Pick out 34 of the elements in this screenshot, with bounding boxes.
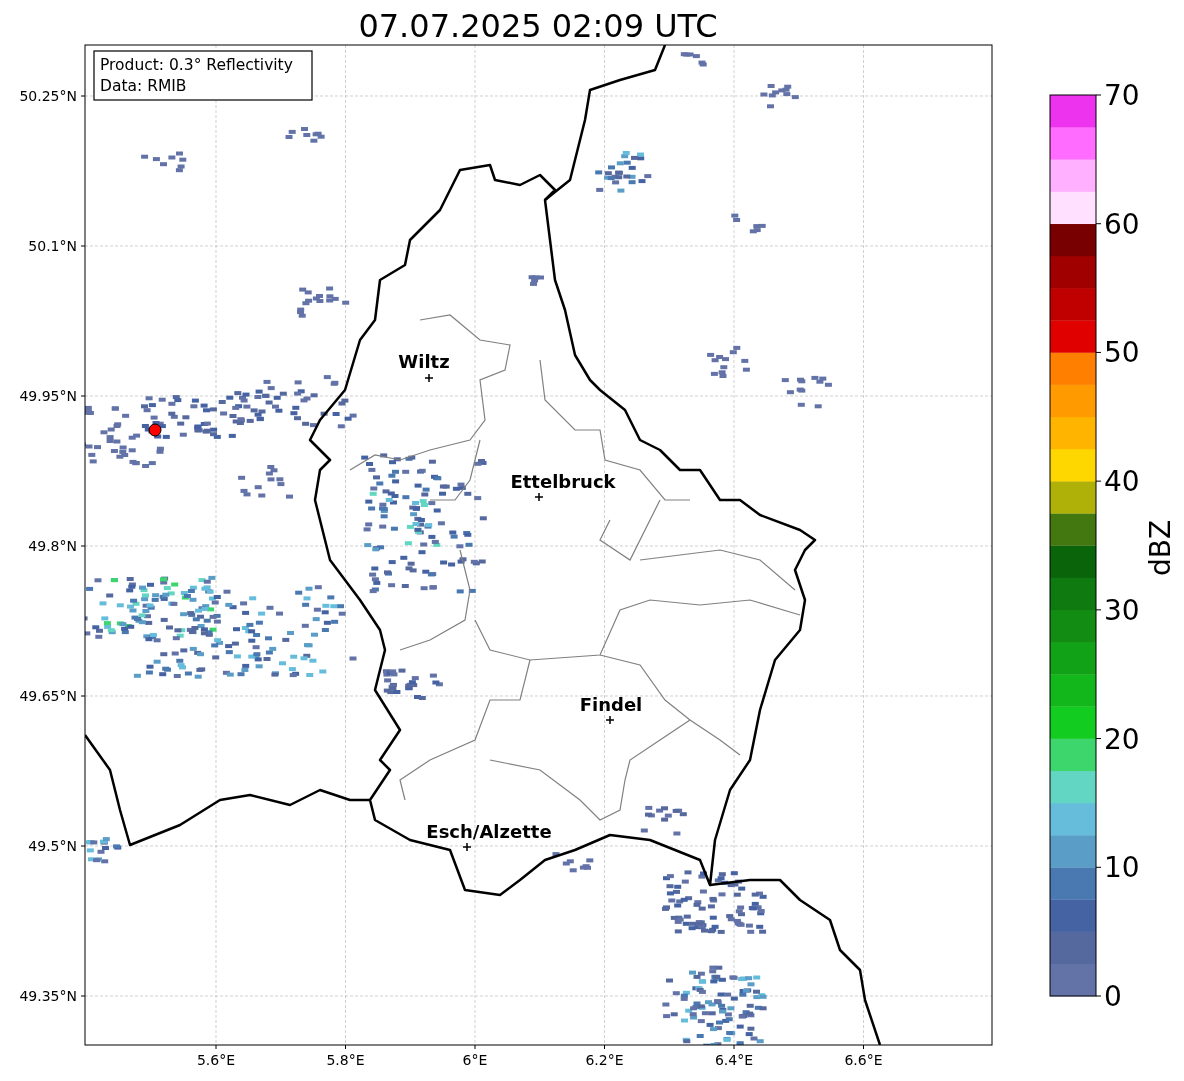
chart-title: 07.07.2025 02:09 UTC bbox=[358, 7, 718, 45]
latitude-label: 49.95°N bbox=[19, 388, 77, 404]
colorbar-tick-label: 60 bbox=[1104, 207, 1140, 241]
colorbar-tick-label: 50 bbox=[1104, 336, 1140, 370]
legend-text: Product: 0.3° Reflectivity bbox=[100, 56, 293, 74]
latitude-label: 50.1°N bbox=[28, 238, 77, 254]
colorbar-tick-label: 40 bbox=[1104, 465, 1140, 499]
colorbar-tick-label: 0 bbox=[1104, 980, 1122, 1013]
city-label: Ettelbruck bbox=[510, 471, 616, 492]
colorbar-tick-label: 10 bbox=[1104, 851, 1140, 885]
latitude-label: 49.65°N bbox=[19, 688, 77, 704]
city-marker-icon bbox=[605, 715, 615, 725]
legend-text: Data: RMIB bbox=[100, 77, 187, 95]
colorbar-tick-label: 30 bbox=[1104, 593, 1140, 627]
city-marker-icon bbox=[534, 492, 544, 502]
longitude-label: 5.8°E bbox=[326, 1052, 365, 1068]
city-marker-icon bbox=[462, 842, 472, 852]
radar-site-icon bbox=[148, 423, 162, 437]
latitude-label: 50.25°N bbox=[19, 88, 77, 104]
city-label: Findel bbox=[579, 694, 643, 715]
colorbar-tick-label: 20 bbox=[1104, 722, 1140, 756]
longitude-label: 5.6°E bbox=[196, 1052, 236, 1068]
latitude-label: 49.5°N bbox=[28, 838, 77, 854]
longitude-label: 6°E bbox=[462, 1052, 488, 1068]
city-label: Wiltz bbox=[398, 351, 450, 372]
latitude-label: 49.35°N bbox=[19, 988, 77, 1004]
city-label: Esch/Alzette bbox=[426, 821, 552, 842]
longitude-label: 6.4°E bbox=[714, 1052, 754, 1068]
latitude-label: 49.8°N bbox=[28, 538, 77, 554]
city-marker-icon bbox=[424, 373, 434, 383]
longitude-label: 6.6°E bbox=[844, 1052, 883, 1068]
colorbar-title: dBZ bbox=[1144, 519, 1177, 577]
longitude-label: 6.2°E bbox=[585, 1052, 624, 1068]
colorbar-tick-label: 70 bbox=[1104, 79, 1140, 112]
